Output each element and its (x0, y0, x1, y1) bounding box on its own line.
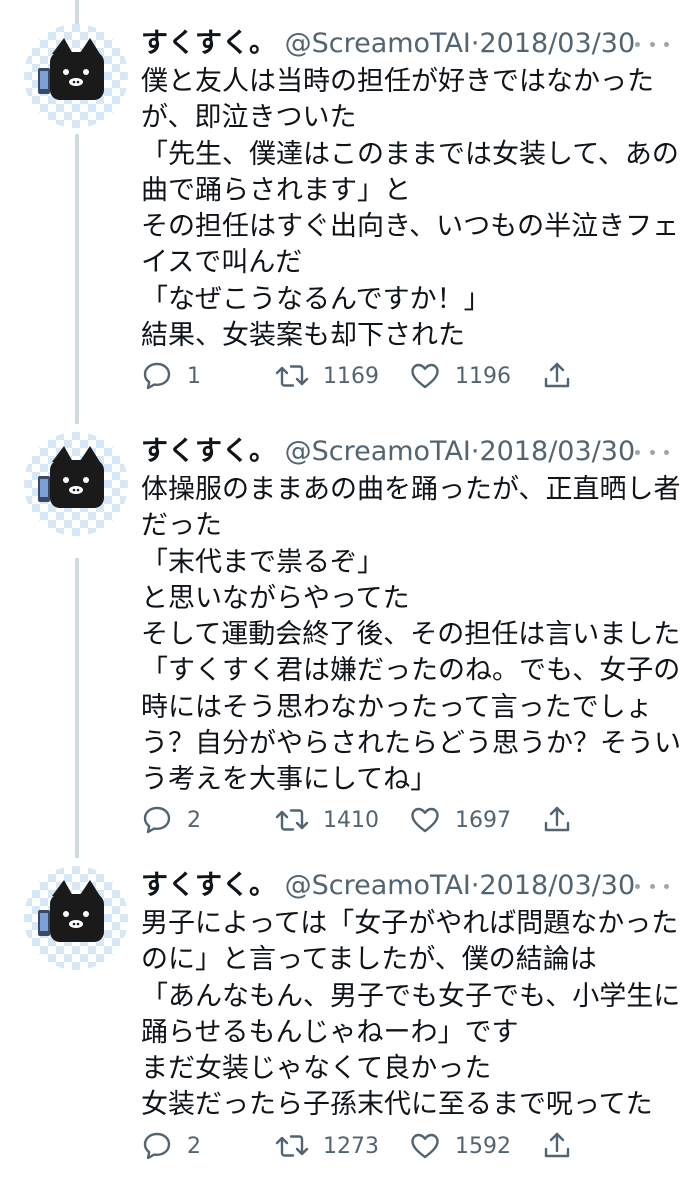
more-options-icon[interactable] (635, 432, 669, 472)
tweet-header: すくすく。 @ScreamoTAI·2018/03/30 (141, 24, 679, 64)
share-icon (544, 806, 570, 832)
display-name[interactable]: すくすく。 (141, 436, 276, 467)
display-name[interactable]: すくすく。 (141, 28, 276, 59)
retweet-button[interactable]: 1273 (275, 1126, 379, 1166)
tweet-text-line: まだ女装じゃなくて良かった (141, 1053, 492, 1085)
tweet-actions: 2 1410 1697 (141, 800, 581, 840)
tweet-text-line: 僕と友人は当時の担任が好きではなかった (141, 66, 654, 97)
reply-count: 1 (187, 363, 201, 389)
retweet-count: 1273 (323, 1133, 379, 1159)
like-count: 1697 (455, 807, 511, 833)
tweet-text-line: 「なぜこうなるんですか！」 (141, 283, 491, 315)
tweet-text-line: 「末代まで祟るぞ」 (141, 546, 384, 578)
tweet-text-line: 女装だったら子孫末代に至るまで呪ってた (141, 1089, 653, 1121)
tweet-text-line: う考えを大事にしてね」 (141, 764, 438, 796)
share-button[interactable] (541, 356, 573, 396)
heart-icon (411, 363, 439, 389)
retweet-count: 1410 (323, 807, 379, 833)
user-handle[interactable]: @ScreamoTAI (285, 870, 471, 901)
reply-icon (143, 806, 171, 834)
retweet-icon (275, 809, 309, 831)
tweet-text-line: そして運動会終了後、その担任は言いました (141, 619, 681, 651)
tweet-text-line: 「すくすく君は嫌だったのね。でも、女子の (141, 655, 681, 687)
reply-icon (143, 362, 171, 390)
reply-icon (143, 1132, 171, 1160)
retweet-icon (275, 1135, 309, 1157)
retweet-button[interactable]: 1169 (275, 356, 379, 396)
tweet-text-line: のに」と言ってましたが、僕の結論は (141, 944, 597, 976)
avatar[interactable] (24, 24, 128, 128)
tweet-text-line: が、即泣きついた (141, 102, 357, 134)
tweet-text: 男子によっては「女子がやれば問題なかった のに」と言ってましたが、僕の結論は 「… (141, 906, 681, 1124)
thread-line (75, 0, 79, 24)
tweet-text-line: 結果、女装案も却下された (141, 320, 465, 352)
reply-button[interactable]: 2 (141, 800, 201, 840)
like-button[interactable]: 1592 (409, 1126, 511, 1166)
separator-dot: · (470, 436, 480, 467)
like-button[interactable]: 1697 (409, 800, 511, 840)
tweet-header: すくすく。 @ScreamoTAI·2018/03/30 (141, 432, 679, 472)
display-name[interactable]: すくすく。 (141, 870, 276, 901)
user-handle[interactable]: @ScreamoTAI (285, 28, 471, 59)
retweet-icon (275, 365, 309, 387)
tweet-text: 体操服のままあの曲を踊ったが、正直晒し者 だった 「末代まで祟るぞ」 と思いなが… (141, 472, 681, 799)
separator-dot: · (470, 870, 480, 901)
share-button[interactable] (541, 800, 573, 840)
tweet-date[interactable]: 2018/03/30 (480, 436, 636, 467)
heart-icon (411, 807, 439, 833)
tweet-text-line: 男子によっては「女子がやれば問題なかった (141, 908, 679, 939)
thread-line (75, 134, 79, 424)
tweet-date[interactable]: 2018/03/30 (480, 870, 636, 901)
tweet-text: 僕と友人は当時の担任が好きではなかった が、即泣きついた 「先生、僕達はこのまま… (141, 64, 679, 354)
heart-icon (411, 1133, 439, 1159)
share-icon (544, 1132, 570, 1158)
avatar[interactable] (24, 432, 128, 536)
tweet-text-line: 「先生、僕達はこのままでは女装して、あの (141, 138, 679, 170)
share-icon (544, 362, 570, 388)
retweet-count: 1169 (323, 363, 379, 389)
like-count: 1196 (455, 363, 511, 389)
tweet-date[interactable]: 2018/03/30 (480, 28, 636, 59)
tweet-header: すくすく。 @ScreamoTAI·2018/03/30 (141, 866, 679, 906)
more-options-icon[interactable] (635, 24, 669, 64)
avatar[interactable] (24, 866, 128, 970)
like-count: 1592 (455, 1133, 511, 1159)
tweet-text-line: と思いながらやってた (141, 582, 410, 614)
tweet-text-line: う？自分がやらされたらどう思うか？そうい (141, 728, 681, 760)
tweet-text-line: 「あんなもん、男子でも女子でも、小学生に (141, 980, 681, 1012)
tweet-text-line: だった (141, 510, 222, 542)
thread-line (75, 558, 79, 858)
tweet-text-line: 体操服のままあの曲を踊ったが、正直晒し者 (141, 474, 681, 505)
reply-count: 2 (187, 807, 201, 833)
like-button[interactable]: 1196 (409, 356, 511, 396)
share-button[interactable] (541, 1126, 573, 1166)
user-handle[interactable]: @ScreamoTAI (285, 436, 471, 467)
tweet-text-line: 曲で踊らされます」と (141, 174, 411, 206)
separator-dot: · (470, 28, 480, 59)
tweet-text-line: イスで叫んだ (141, 247, 303, 279)
tweet-text-line: 踊らせるもんじゃねーわ」です (141, 1016, 519, 1048)
reply-button[interactable]: 1 (141, 356, 201, 396)
tweet-text-line: 時にはそう思わなかったって言ったでしょ (141, 691, 653, 723)
reply-button[interactable]: 2 (141, 1126, 201, 1166)
tweet-text-line: その担任はすぐ出向き、いつもの半泣きフェ (141, 211, 680, 243)
tweet-actions: 1 1169 1196 (141, 356, 581, 396)
more-options-icon[interactable] (635, 866, 669, 906)
tweet-actions: 2 1273 1592 (141, 1126, 581, 1166)
reply-count: 2 (187, 1133, 201, 1159)
retweet-button[interactable]: 1410 (275, 800, 379, 840)
